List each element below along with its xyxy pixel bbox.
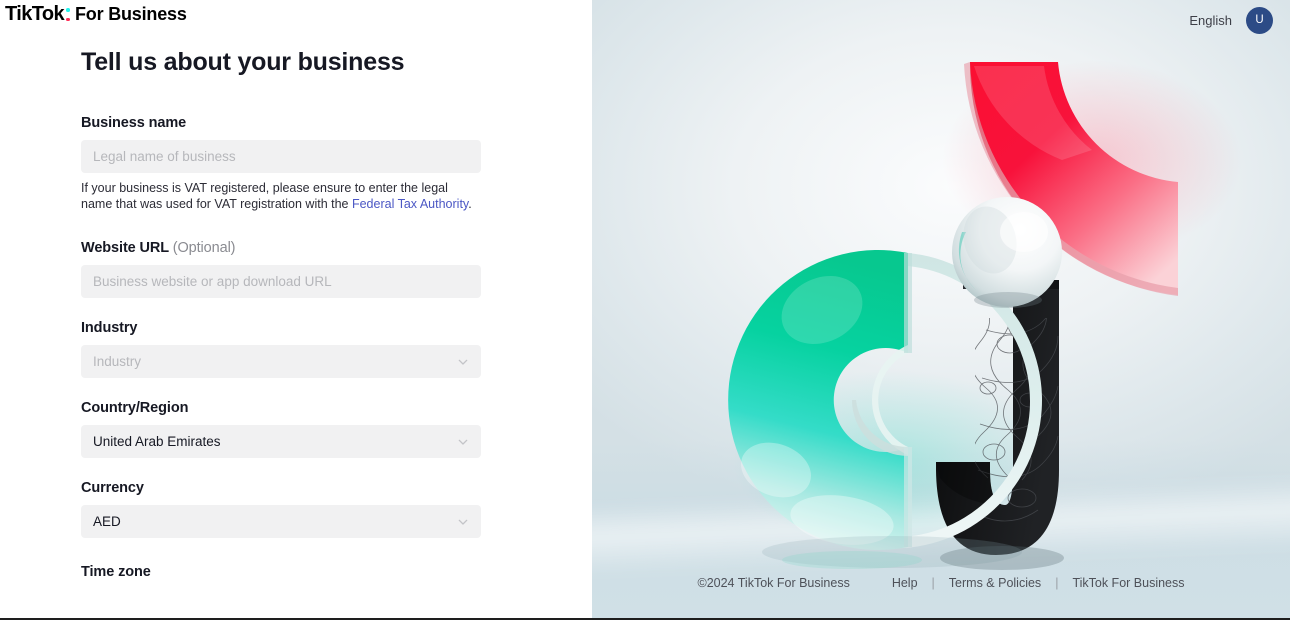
- chevron-down-icon: [457, 356, 469, 368]
- website-url-placeholder: Business website or app download URL: [93, 274, 332, 289]
- field-business-name: Business name Legal name of business If …: [81, 115, 501, 212]
- field-industry: Industry Industry: [81, 320, 501, 378]
- signup-business-page: TikTok For Business Tell us about your b…: [0, 0, 1290, 620]
- chevron-down-icon: [457, 436, 469, 448]
- currency-label: Currency: [81, 480, 144, 496]
- business-name-placeholder: Legal name of business: [93, 149, 236, 164]
- website-url-label: Website URL (Optional): [81, 240, 501, 256]
- business-name-helper-text: If your business is VAT registered, plea…: [81, 180, 481, 212]
- country-region-select[interactable]: United Arab Emirates: [81, 425, 481, 458]
- helper-text-part2: .: [468, 197, 472, 211]
- country-region-value: United Arab Emirates: [93, 434, 221, 449]
- right-hero-panel: English U ©2024 TikTok For Business Help…: [592, 0, 1290, 620]
- avatar[interactable]: U: [1246, 6, 1273, 34]
- logo-colon-icon: [65, 7, 73, 22]
- footer-terms-link[interactable]: Terms & Policies: [949, 576, 1041, 590]
- field-country-region: Country/Region United Arab Emirates: [81, 400, 501, 458]
- footer-separator: |: [1055, 576, 1059, 590]
- page-title: Tell us about your business: [81, 48, 405, 76]
- time-zone-label: Time zone: [81, 564, 151, 580]
- website-url-label-text: Website URL: [81, 240, 169, 256]
- footer-separator: |: [931, 576, 935, 590]
- field-website-url: Website URL (Optional) Business website …: [81, 240, 501, 298]
- left-form-panel: TikTok For Business Tell us about your b…: [0, 0, 592, 620]
- logo-tiktok-text: TikTok: [5, 3, 65, 25]
- industry-placeholder: Industry: [93, 354, 142, 369]
- footer: ©2024 TikTok For Business Help | Terms &…: [592, 576, 1290, 590]
- business-name-input[interactable]: Legal name of business: [81, 140, 481, 173]
- footer-help-link[interactable]: Help: [892, 576, 918, 590]
- website-url-optional-tag: (Optional): [172, 240, 236, 256]
- language-selector[interactable]: English: [1189, 13, 1232, 28]
- top-bar: English U: [1189, 0, 1290, 40]
- field-time-zone: Time zone: [81, 564, 501, 580]
- country-region-label: Country/Region: [81, 400, 189, 416]
- business-name-label: Business name: [81, 115, 187, 131]
- website-url-input[interactable]: Business website or app download URL: [81, 265, 481, 298]
- tiktok-for-business-logo[interactable]: TikTok For Business: [5, 3, 187, 26]
- footer-tiktok-for-business-link[interactable]: TikTok For Business: [1072, 576, 1184, 590]
- industry-select[interactable]: Industry: [81, 345, 481, 378]
- currency-select[interactable]: AED: [81, 505, 481, 538]
- hero-sculpture-image: [728, 60, 1242, 570]
- business-form: Tell us about your business Business nam…: [81, 48, 501, 589]
- federal-tax-authority-link[interactable]: Federal Tax Authority: [352, 197, 468, 211]
- field-currency: Currency AED: [81, 480, 501, 538]
- industry-label: Industry: [81, 320, 138, 336]
- chevron-down-icon: [457, 516, 469, 528]
- logo-for-business-text: For Business: [75, 4, 187, 24]
- currency-value: AED: [93, 514, 121, 529]
- footer-copyright: ©2024 TikTok For Business: [697, 576, 850, 590]
